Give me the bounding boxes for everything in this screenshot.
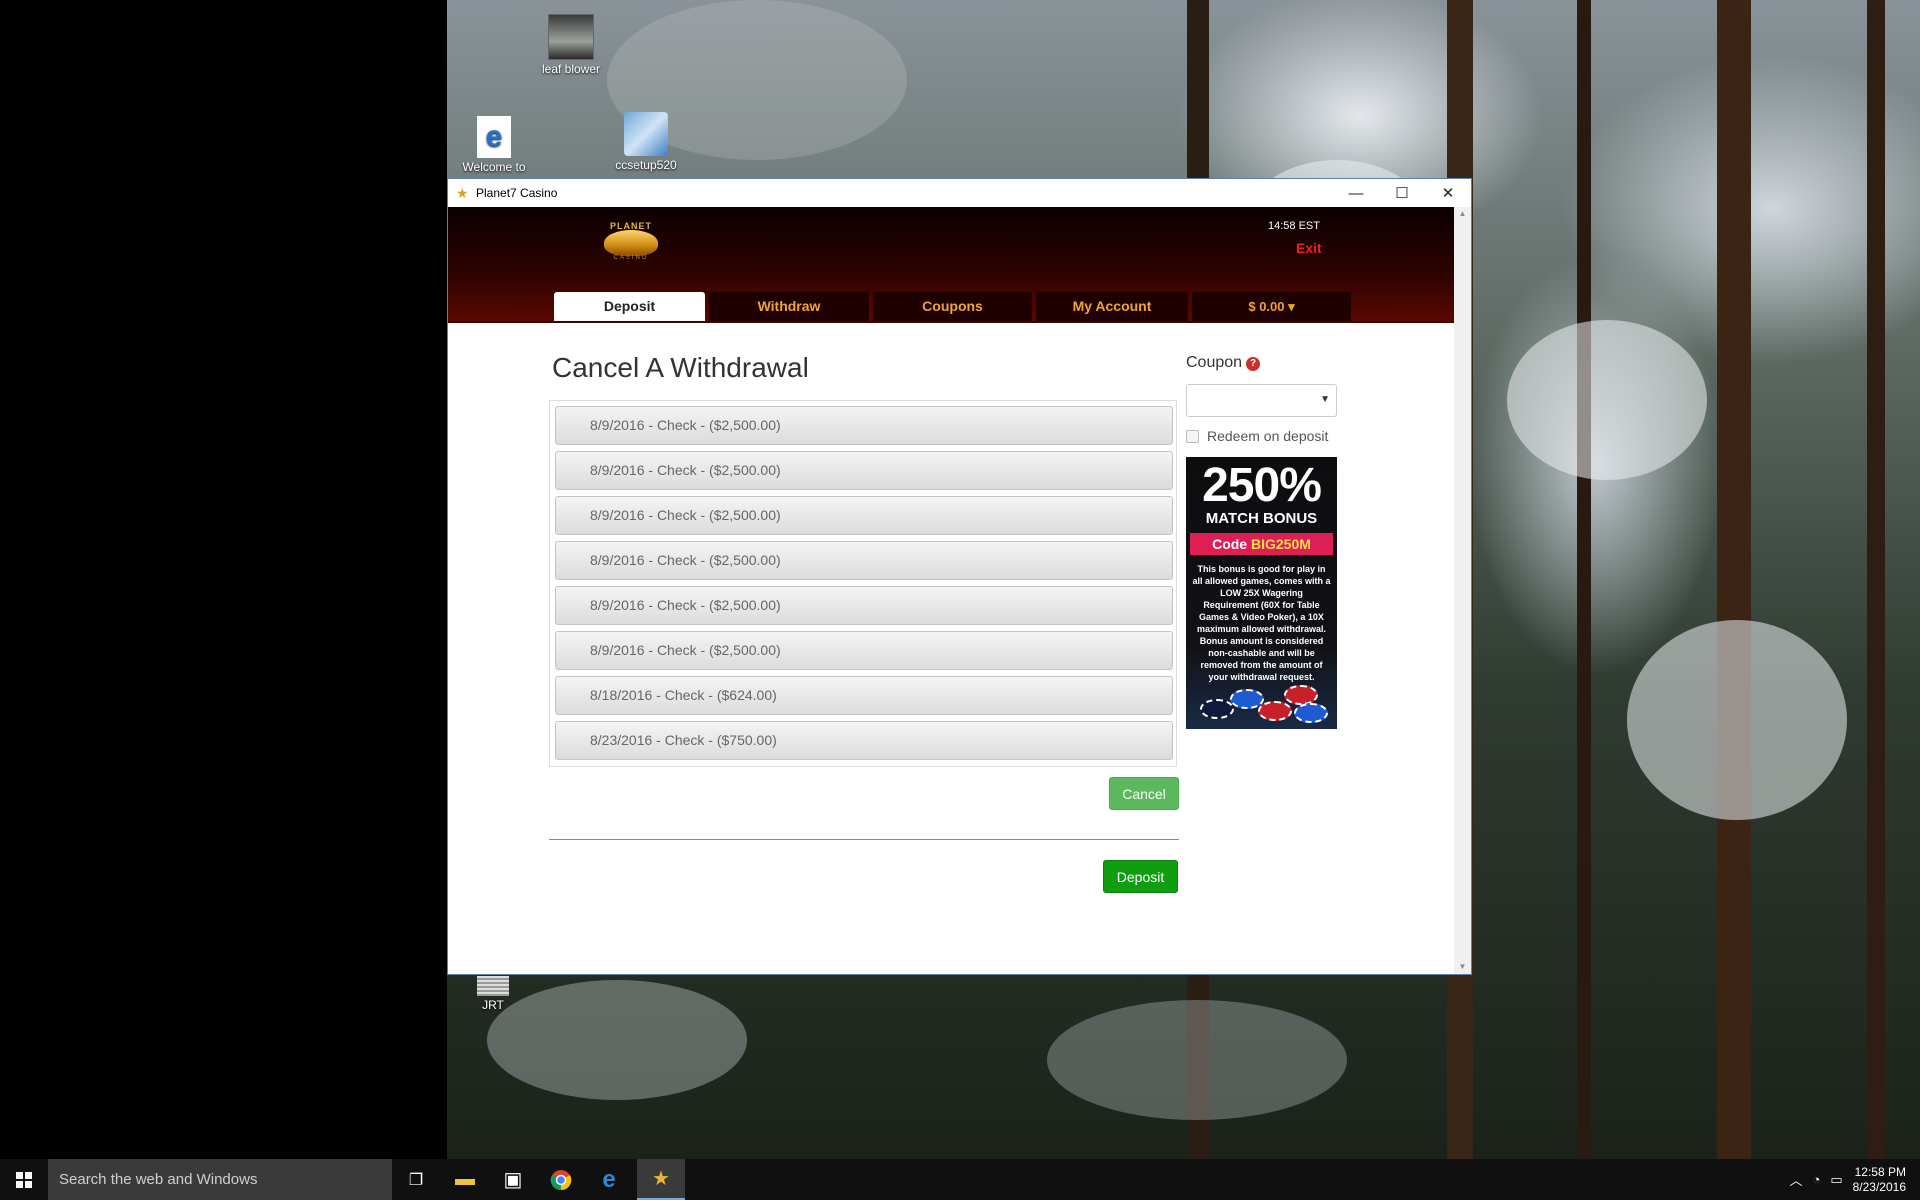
redeem-option[interactable]: Redeem on deposit [1186, 428, 1328, 444]
casino-window: ★ Planet7 Casino — ☐ ✕ PLANET CASINO 14:… [447, 178, 1472, 975]
black-region [0, 0, 447, 1159]
text-file-icon [477, 976, 509, 996]
star-app-icon: ★ [456, 185, 469, 201]
server-time: 14:58 EST [1268, 220, 1320, 232]
snow-patch [1047, 1000, 1347, 1120]
desktop-icon-label: JRT [482, 998, 504, 1012]
redeem-checkbox[interactable] [1186, 429, 1199, 443]
planet7-logo[interactable]: PLANET CASINO [598, 221, 664, 263]
withdrawal-item[interactable]: 8/9/2016 - Check - ($2,500.00) [555, 586, 1173, 625]
edge-icon: e [477, 116, 511, 158]
coupon-heading: Coupon? [1186, 354, 1261, 372]
casino-header: PLANET CASINO 14:58 EST Exit Deposit Wit… [448, 207, 1455, 323]
withdrawal-item[interactable]: 8/9/2016 - Check - ($2,500.00) [555, 406, 1173, 445]
coupon-select[interactable]: ▼ [1186, 384, 1337, 417]
logo-subtext: CASINO [613, 255, 649, 261]
withdrawal-item[interactable]: 8/9/2016 - Check - ($2,500.00) [555, 541, 1173, 580]
deposit-button[interactable]: Deposit [1103, 860, 1178, 893]
tree-trunk [1577, 0, 1591, 1159]
window-title: Planet7 Casino [476, 186, 558, 200]
chip [1284, 685, 1318, 705]
window-controls: — ☐ ✕ [1333, 179, 1471, 207]
balance-dropdown[interactable]: $ 0.00 ▾ [1192, 292, 1351, 321]
tree-trunk [1717, 0, 1751, 1159]
desktop-icon-label: Welcome to [462, 160, 526, 174]
planet7-taskbar-icon[interactable]: ★ [637, 1159, 685, 1200]
logo-emblem [604, 230, 658, 256]
chevron-down-icon: ▼ [1320, 394, 1330, 405]
store-icon[interactable]: ▣ [489, 1159, 537, 1200]
window-content: PLANET CASINO 14:58 EST Exit Deposit Wit… [448, 207, 1455, 974]
redeem-label: Redeem on deposit [1207, 428, 1329, 444]
maximize-button[interactable]: ☐ [1379, 179, 1425, 207]
window-titlebar[interactable]: ★ Planet7 Casino — ☐ ✕ [448, 179, 1471, 207]
cancel-button[interactable]: Cancel [1109, 777, 1179, 810]
scroll-down-icon[interactable]: ▼ [1454, 960, 1471, 974]
tab-deposit[interactable]: Deposit [554, 292, 705, 321]
desktop-icon-label: leaf blower [541, 62, 601, 76]
promo-terms: This bonus is good for play in all allow… [1192, 564, 1331, 682]
task-view-icon[interactable]: ❐ [392, 1159, 440, 1200]
chrome-logo-icon [550, 1169, 572, 1190]
desktop-icon-leaf-blower[interactable]: leaf blower [531, 14, 611, 76]
chrome-icon[interactable] [537, 1159, 585, 1200]
withdrawal-item[interactable]: 8/23/2016 - Check - ($750.00) [555, 721, 1173, 760]
desktop-icon-label: ccsetup520 [615, 158, 677, 172]
withdrawal-item[interactable]: 8/9/2016 - Check - ($2,500.00) [555, 631, 1173, 670]
scroll-thumb[interactable] [1457, 223, 1468, 958]
network-icon[interactable]: ◔ [1812, 1172, 1820, 1187]
desktop-icon-welcome[interactable]: e Welcome to [454, 116, 534, 174]
tab-my-account[interactable]: My Account [1036, 292, 1188, 321]
exit-link[interactable]: Exit [1296, 240, 1322, 256]
snow-patch [1627, 620, 1847, 820]
page-title: Cancel A Withdrawal [552, 352, 809, 383]
chip [1258, 701, 1292, 721]
ie-icon[interactable]: e [585, 1159, 633, 1200]
promo-headline: 250% [1202, 459, 1322, 512]
scroll-up-icon[interactable]: ▲ [1454, 207, 1471, 221]
close-button[interactable]: ✕ [1425, 179, 1471, 207]
divider [549, 839, 1179, 840]
help-icon[interactable]: ? [1246, 357, 1261, 371]
chip [1200, 699, 1234, 719]
coupon-label: Coupon [1186, 354, 1243, 371]
taskbar-search[interactable]: Search the web and Windows [48, 1159, 392, 1200]
system-tray: ︿ ◔ ▭ 12:58 PM 8/23/2016 [1789, 1159, 1920, 1200]
withdrawal-item[interactable]: 8/9/2016 - Check - ($2,500.00) [555, 451, 1173, 490]
taskbar: Search the web and Windows ❐ ▬ ▣ e ★ ︿ ◔… [0, 1159, 1920, 1200]
promo-banner[interactable]: 250% MATCH BONUS Code BIG250M This bonus… [1186, 457, 1337, 729]
tab-withdraw[interactable]: Withdraw [709, 292, 869, 321]
minimize-button[interactable]: — [1333, 179, 1379, 207]
promo-code-prefix: Code [1212, 536, 1248, 552]
installer-icon [624, 112, 668, 156]
windows-logo-icon [16, 1171, 32, 1188]
leaf-blower-icon [548, 14, 594, 60]
vertical-scrollbar[interactable]: ▲ ▼ [1454, 207, 1471, 974]
file-explorer-icon[interactable]: ▬ [441, 1159, 489, 1200]
snow-patch [1507, 320, 1707, 480]
promo-code: Code BIG250M [1190, 533, 1333, 555]
notification-icon[interactable]: ▭ [1830, 1172, 1842, 1188]
chip [1294, 703, 1328, 723]
withdrawal-item[interactable]: 8/9/2016 - Check - ($2,500.00) [555, 496, 1173, 535]
promo-subhead: MATCH BONUS [1205, 510, 1318, 527]
desktop-icon-ccsetup[interactable]: ccsetup520 [606, 112, 686, 172]
withdrawal-item[interactable]: 8/18/2016 - Check - ($624.00) [555, 676, 1173, 715]
main-tabs: Deposit Withdraw Coupons My Account $ 0.… [554, 292, 1351, 321]
clock-time: 12:58 PM [1854, 1164, 1906, 1179]
desktop-icon-jrt[interactable]: JRT [453, 976, 533, 1012]
start-button[interactable] [0, 1159, 48, 1200]
logo-text: PLANET [610, 221, 652, 231]
taskbar-clock[interactable]: 12:58 PM 8/23/2016 [1853, 1165, 1906, 1195]
promo-code-value: BIG250M [1250, 536, 1311, 552]
chevron-up-icon[interactable]: ︿ [1789, 1170, 1802, 1189]
withdrawal-list: 8/9/2016 - Check - ($2,500.00) 8/9/2016 … [549, 400, 1177, 767]
tab-coupons[interactable]: Coupons [873, 292, 1032, 321]
casino-chips-image [1196, 669, 1328, 723]
tree-trunk [1867, 0, 1885, 1159]
clock-date: 8/23/2016 [1852, 1179, 1906, 1194]
